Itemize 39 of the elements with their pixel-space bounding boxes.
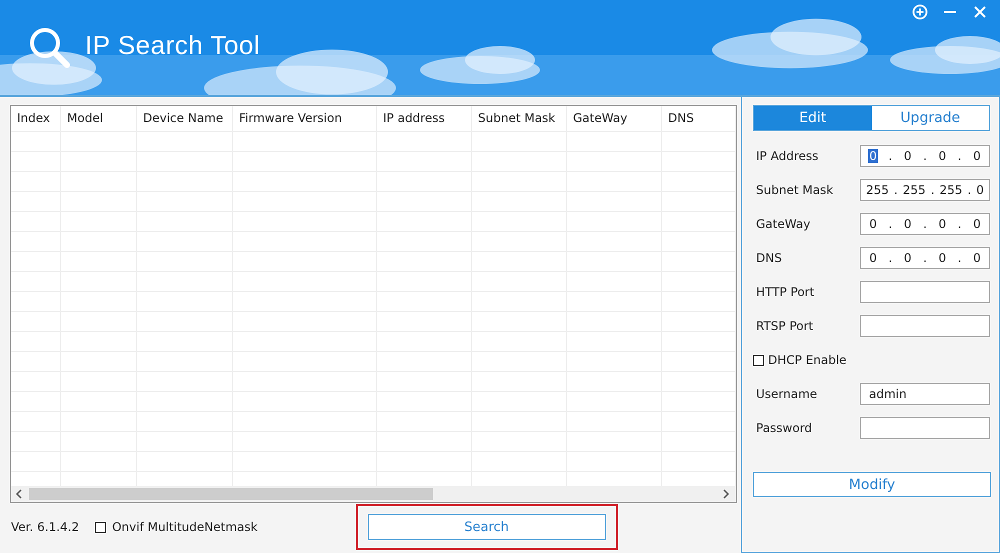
field-label: HTTP Port	[756, 285, 814, 299]
input-field[interactable]: admin	[860, 383, 990, 405]
input-field[interactable]	[860, 281, 990, 303]
checkbox[interactable]	[753, 354, 764, 366]
checkbox[interactable]	[95, 522, 106, 532]
horizontal-scrollbar[interactable]	[11, 486, 736, 502]
ip-address-field[interactable]: 0 . 0 . 0 . 0	[860, 247, 990, 269]
window-title: IP Search Tool	[85, 30, 260, 61]
field-label: DNS	[756, 251, 782, 265]
column-header[interactable]: Subnet Mask	[472, 106, 567, 131]
field-label: Password	[756, 421, 812, 435]
ip-address-field[interactable]: 0 . 0 . 0 . 0	[860, 145, 990, 167]
column-header[interactable]: Model	[61, 106, 137, 131]
field-label: Subnet Mask	[756, 183, 834, 197]
column-header[interactable]: IP address	[377, 106, 472, 131]
search-button[interactable]: Search	[368, 514, 606, 540]
column-header[interactable]: Firmware Version	[233, 106, 377, 131]
close-icon[interactable]	[972, 4, 988, 20]
ip-address-field[interactable]: 255 . 255 . 255 . 0	[860, 179, 990, 201]
column-header[interactable]: Device Name	[137, 106, 233, 131]
column-header[interactable]: Index	[11, 106, 61, 131]
field-label: RTSP Port	[756, 319, 814, 333]
scroll-left-icon[interactable]	[15, 489, 23, 499]
version-text: Ver. 6.1.4.2	[11, 520, 80, 534]
field-label: GateWay	[756, 217, 810, 231]
modify-button[interactable]: Modify	[753, 472, 991, 497]
input-field[interactable]	[860, 417, 990, 439]
column-header[interactable]: DNS	[662, 106, 736, 131]
input-field[interactable]	[860, 315, 990, 337]
checkbox-label: DHCP Enable	[768, 353, 847, 367]
column-header[interactable]: GateWay	[567, 106, 662, 131]
tab[interactable]: Edit	[754, 106, 872, 130]
tab[interactable]: Upgrade	[872, 106, 989, 130]
checkbox-label: Onvif MultitudeNetmask	[112, 520, 258, 534]
field-label: IP Address	[756, 149, 818, 163]
field-label: Username	[756, 387, 818, 401]
add-icon[interactable]	[912, 4, 928, 20]
scroll-right-icon[interactable]	[722, 489, 730, 499]
ip-address-field[interactable]: 0 . 0 . 0 . 0	[860, 213, 990, 235]
